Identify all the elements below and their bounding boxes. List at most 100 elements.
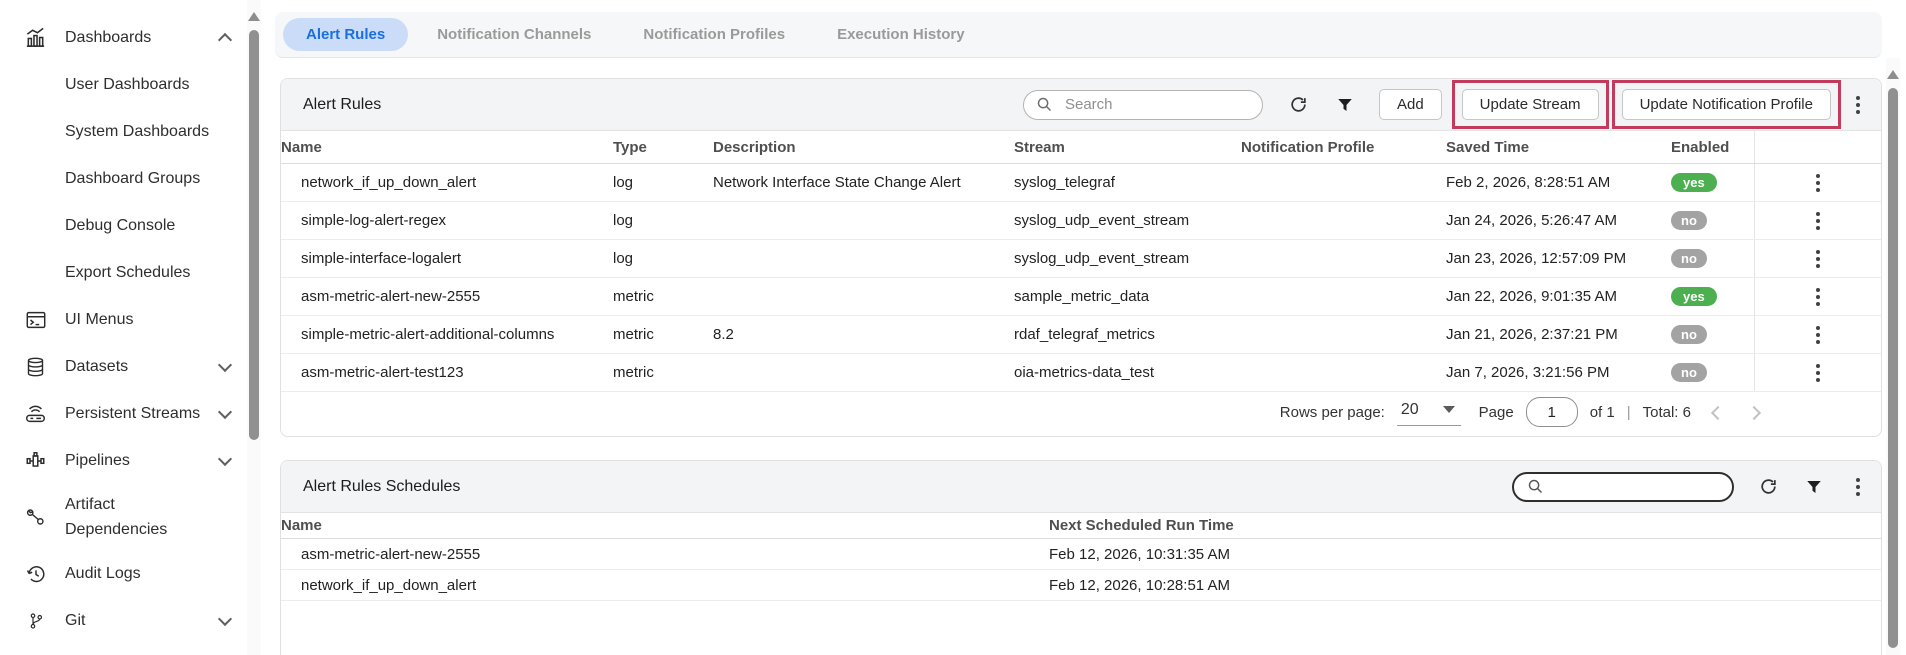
cell-stream: syslog_udp_event_stream: [1014, 212, 1241, 229]
sidebar-scrollbar-thumb[interactable]: [249, 30, 259, 440]
panel-title: Alert Rules Schedules: [303, 478, 460, 496]
panel-kebab-menu-icon[interactable]: [1849, 94, 1867, 116]
column-header: Notification Profile: [1241, 139, 1446, 156]
search-input[interactable]: [1553, 477, 1720, 496]
tab-alert-rules[interactable]: Alert Rules: [283, 18, 408, 51]
sidebar-item-git[interactable]: Git: [0, 597, 247, 644]
sidebar-item-dashboards[interactable]: Dashboards: [0, 14, 247, 61]
table-row[interactable]: simple-metric-alert-additional-columns m…: [281, 316, 1881, 354]
sidebar-item-user-dashboards[interactable]: User Dashboards: [0, 61, 247, 108]
app-window: Dashboards User Dashboards System Dashbo…: [0, 0, 1906, 655]
cell-stream: oia-metrics-data_test: [1014, 364, 1241, 381]
cell-name: asm-metric-alert-test123: [281, 364, 613, 381]
column-header: Name: [281, 517, 1049, 534]
actions-column-header: [1754, 131, 1881, 163]
enabled-badge: no: [1671, 211, 1707, 230]
column-header: Stream: [1014, 139, 1241, 156]
table-row[interactable]: asm-metric-alert-new-2555 metric sample_…: [281, 278, 1881, 316]
search-input[interactable]: [1063, 95, 1250, 114]
row-actions-kebab-icon[interactable]: [1809, 172, 1827, 194]
row-actions-kebab-icon[interactable]: [1809, 248, 1827, 270]
sidebar-item-label: Pipelines: [65, 452, 130, 470]
sidebar-scrollbar[interactable]: [247, 0, 261, 655]
scroll-up-arrow-icon[interactable]: [248, 12, 260, 21]
cell-name: simple-log-alert-regex: [281, 212, 613, 229]
rows-per-page-select[interactable]: 20: [1397, 399, 1461, 426]
chevron-icon: [218, 357, 232, 371]
tab-execution-history[interactable]: Execution History: [814, 18, 988, 51]
alert-rules-search[interactable]: [1023, 90, 1263, 120]
sidebar-item-persistent-streams[interactable]: Persistent Streams: [0, 390, 247, 437]
sidebar-item-dashboard-groups[interactable]: Dashboard Groups: [0, 155, 247, 202]
chevron-icon: [218, 404, 232, 418]
refresh-icon[interactable]: [1755, 474, 1781, 500]
previous-page-button[interactable]: [1711, 405, 1725, 419]
enabled-badge: no: [1671, 363, 1707, 382]
next-page-button[interactable]: [1747, 405, 1761, 419]
row-actions-kebab-icon[interactable]: [1809, 362, 1827, 384]
sidebar-item-ui-menus[interactable]: UI Menus: [0, 296, 247, 343]
git-branch-icon: [22, 609, 49, 633]
cell-stream: syslog_telegraf: [1014, 174, 1241, 191]
tab-notification-profiles[interactable]: Notification Profiles: [620, 18, 808, 51]
cell-saved-time: Jan 21, 2026, 2:37:21 PM: [1446, 326, 1671, 343]
cell-description: Network Interface State Change Alert: [713, 174, 1014, 191]
filter-icon[interactable]: [1801, 474, 1827, 500]
sidebar-item-debug-console[interactable]: Debug Console: [0, 202, 247, 249]
row-actions-kebab-icon[interactable]: [1809, 324, 1827, 346]
sidebar-item-datasets[interactable]: Datasets: [0, 343, 247, 390]
table-row[interactable]: asm-metric-alert-new-2555 Feb 12, 2026, …: [281, 539, 1881, 570]
table-row[interactable]: simple-interface-logalert log syslog_udp…: [281, 240, 1881, 278]
pagination: Rows per page: 20 Page of 1 | Total: 6: [1280, 397, 1759, 427]
tab-notification-channels[interactable]: Notification Channels: [414, 18, 614, 51]
sidebar-item-label: System Dashboards: [65, 123, 209, 141]
column-header: Name: [281, 139, 613, 156]
table-row[interactable]: network_if_up_down_alert log Network Int…: [281, 164, 1881, 202]
filter-icon[interactable]: [1332, 92, 1358, 118]
sidebar-item-audit-logs[interactable]: Audit Logs: [0, 550, 247, 597]
sidebar-item-artifact-dependencies[interactable]: Artifact Dependencies: [0, 484, 247, 550]
tab-label: Notification Channels: [437, 26, 591, 43]
dependencies-icon: [22, 505, 49, 529]
sidebar-item-system-dashboards[interactable]: System Dashboards: [0, 108, 247, 155]
row-actions-kebab-icon[interactable]: [1809, 286, 1827, 308]
cell-saved-time: Jan 24, 2026, 5:26:47 AM: [1446, 212, 1671, 229]
cell-type: log: [613, 212, 713, 229]
stream-icon: [22, 402, 49, 426]
sidebar-item-export-schedules[interactable]: Export Schedules: [0, 249, 247, 296]
enabled-badge: yes: [1671, 287, 1717, 306]
alert-rules-schedules-panel: Alert Rules Schedules NameNext S: [280, 460, 1882, 655]
sidebar-item-label: Debug Console: [65, 217, 175, 235]
sidebar-item-pipelines[interactable]: Pipelines: [0, 437, 247, 484]
column-header: Enabled: [1671, 139, 1754, 156]
schedules-search[interactable]: [1512, 472, 1734, 502]
update-notification-profile-button[interactable]: Update Notification Profile: [1622, 89, 1831, 120]
table-row[interactable]: network_if_up_down_alert Feb 12, 2026, 1…: [281, 570, 1881, 601]
cell-name: asm-metric-alert-new-2555: [281, 288, 613, 305]
table-row[interactable]: simple-log-alert-regex log syslog_udp_ev…: [281, 202, 1881, 240]
main-scrollbar[interactable]: [1886, 58, 1900, 655]
refresh-icon[interactable]: [1286, 92, 1312, 118]
cell-type: log: [613, 250, 713, 267]
panel-kebab-menu-icon[interactable]: [1849, 476, 1867, 498]
update-stream-button[interactable]: Update Stream: [1462, 89, 1599, 120]
enabled-badge: no: [1671, 249, 1707, 268]
row-actions-kebab-icon[interactable]: [1809, 210, 1827, 232]
page-number-input[interactable]: [1526, 397, 1578, 427]
pipeline-icon: [22, 449, 49, 473]
schedules-panel-header: Alert Rules Schedules: [281, 461, 1881, 513]
main-scrollbar-thumb[interactable]: [1888, 88, 1898, 648]
database-icon: [22, 355, 49, 379]
cell-next-scheduled-run-time: Feb 12, 2026, 10:31:35 AM: [1049, 546, 1881, 563]
table-row[interactable]: asm-metric-alert-test123 metric oia-metr…: [281, 354, 1881, 392]
page-label: Page: [1479, 404, 1514, 421]
cell-saved-time: Feb 2, 2026, 8:28:51 AM: [1446, 174, 1671, 191]
column-header: Description: [713, 139, 1014, 156]
add-button[interactable]: Add: [1379, 89, 1442, 120]
column-header: Saved Time: [1446, 139, 1671, 156]
schedules-table-header: NameNext Scheduled Run Time: [281, 513, 1881, 539]
tab-label: Alert Rules: [306, 26, 385, 43]
pagination-separator: |: [1627, 404, 1631, 421]
scroll-up-arrow-icon[interactable]: [1887, 70, 1899, 79]
cell-next-scheduled-run-time: Feb 12, 2026, 10:28:51 AM: [1049, 577, 1881, 594]
